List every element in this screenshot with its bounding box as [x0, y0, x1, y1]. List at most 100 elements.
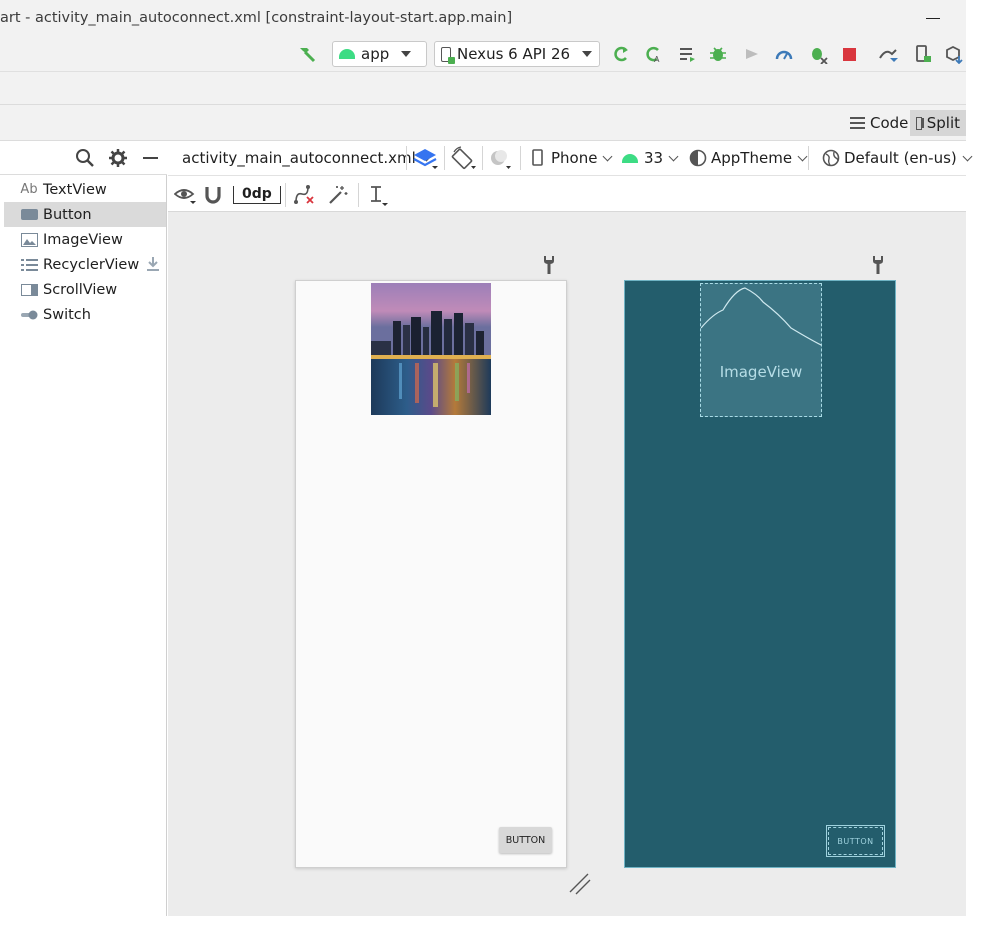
profile-icon[interactable]: [741, 43, 763, 65]
apply-code-changes-icon[interactable]: [676, 43, 698, 65]
view-options-button[interactable]: [174, 183, 198, 207]
globe-icon: [822, 149, 840, 167]
theme-label: AppTheme: [711, 149, 793, 167]
code-view-label: Code: [870, 114, 909, 132]
blueprint-imageview[interactable]: [700, 283, 822, 417]
editor-view-mode-bar: [0, 105, 966, 141]
palette-item-scrollview[interactable]: ScrollView: [4, 277, 166, 302]
night-mode-icon: [491, 150, 511, 169]
eye-icon: [174, 189, 196, 204]
night-mode-select[interactable]: [488, 146, 514, 170]
sync-project-icon[interactable]: [878, 43, 900, 65]
wrench-icon[interactable]: [542, 255, 556, 275]
build-hammer-icon[interactable]: [296, 43, 318, 65]
default-margin-select[interactable]: 0dp: [233, 183, 281, 207]
layout-file-select[interactable]: activity_main_autoconnect.xml: [182, 146, 432, 170]
clear-constraints-icon: [294, 185, 314, 204]
locale-label: Default (en-us): [844, 149, 957, 167]
palette-item-textview[interactable]: Ab TextView: [4, 177, 166, 202]
attach-debugger-icon[interactable]: [807, 43, 829, 65]
magic-wand-icon: [329, 186, 348, 204]
device-preview-select[interactable]: Phone: [531, 146, 613, 170]
layout-file-label: activity_main_autoconnect.xml: [182, 149, 416, 167]
device-preview-label: Phone: [551, 149, 598, 167]
window-title: art - activity_main_autoconnect.xml [con…: [0, 10, 513, 26]
split-view-label: Split: [926, 114, 960, 132]
palette-item-switch[interactable]: Switch: [4, 302, 166, 327]
run-icon[interactable]: [610, 43, 632, 65]
code-view-button[interactable]: Code: [846, 110, 912, 136]
clear-constraints-button[interactable]: [293, 183, 317, 207]
palette-item-label: ImageView: [43, 231, 123, 248]
chevron-down-icon: [582, 51, 593, 57]
chevron-down-icon: [401, 51, 412, 57]
resize-handle-icon[interactable]: [566, 870, 592, 896]
navigation-bar: [0, 72, 966, 105]
apply-changes-icon[interactable]: A: [642, 43, 664, 65]
autoconnect-toggle[interactable]: [204, 183, 224, 207]
palette-item-recyclerview[interactable]: RecyclerView: [4, 252, 166, 277]
layers-icon: [413, 149, 438, 169]
blueprint-button[interactable]: BUTTON: [826, 825, 885, 857]
download-icon[interactable]: [146, 256, 160, 276]
minimize-panel-icon[interactable]: [139, 147, 161, 169]
preview-button[interactable]: BUTTON: [499, 827, 552, 853]
gear-icon[interactable]: [107, 147, 129, 169]
svg-text:A: A: [654, 55, 660, 64]
chevron-down-icon: [603, 151, 613, 161]
theme-select[interactable]: AppTheme: [689, 146, 808, 170]
toolbar-separator: [285, 183, 286, 207]
device-label: Nexus 6 API 26: [457, 45, 571, 63]
chevron-down-icon: [668, 151, 679, 161]
split-view-icon: [916, 116, 924, 130]
guidelines-button[interactable]: [368, 183, 392, 207]
palette-item-label: Switch: [43, 306, 91, 323]
blueprint-button-label: BUTTON: [828, 827, 883, 855]
palette-item-imageview[interactable]: ImageView: [4, 227, 166, 252]
recyclerview-icon: [19, 257, 39, 273]
run-config-label: app: [361, 45, 390, 63]
search-icon[interactable]: [74, 147, 96, 169]
minimize-window-button[interactable]: [926, 8, 942, 28]
switch-icon: [19, 307, 39, 323]
blueprint-imageview-label: ImageView: [719, 363, 803, 381]
phone-device-icon: [441, 46, 455, 64]
stop-icon[interactable]: [838, 43, 860, 65]
imageview-icon: [19, 232, 39, 248]
magnet-icon: [205, 187, 221, 204]
palette-item-label: Button: [43, 206, 92, 223]
sdk-manager-icon[interactable]: [943, 43, 965, 65]
device-manager-icon[interactable]: [912, 43, 934, 65]
api-level-select[interactable]: 33: [622, 146, 679, 170]
android-icon: [622, 153, 638, 163]
constraint-toolbar: [168, 176, 966, 212]
theme-icon: [689, 149, 707, 167]
split-view-button[interactable]: Split: [910, 110, 966, 136]
toolbar-separator: [808, 146, 809, 170]
chevron-down-icon: [962, 151, 973, 161]
toolbar-separator: [520, 146, 521, 170]
toolbar-separator: [444, 146, 445, 170]
city-skyline-image[interactable]: [371, 283, 491, 415]
android-icon: [339, 49, 355, 59]
wrench-icon[interactable]: [871, 255, 885, 275]
default-margin-value: 0dp: [233, 186, 281, 204]
textview-icon: Ab: [20, 182, 38, 197]
guidelines-icon: [371, 186, 388, 206]
palette-item-label: ScrollView: [43, 281, 118, 298]
debug-icon[interactable]: [707, 43, 729, 65]
infer-constraints-button[interactable]: [327, 183, 349, 207]
toolbar-separator: [358, 183, 359, 207]
device-select[interactable]: Nexus 6 API 26: [434, 41, 600, 67]
run-config-select[interactable]: app: [332, 41, 427, 67]
button-icon: [19, 207, 39, 223]
profiler-gauge-icon[interactable]: [773, 43, 795, 65]
orientation-select[interactable]: [451, 146, 477, 170]
design-surface-select[interactable]: [413, 146, 439, 170]
api-level-label: 33: [644, 149, 664, 167]
scrollview-icon: [19, 282, 39, 298]
locale-select[interactable]: Default (en-us): [822, 146, 973, 170]
palette-item-button[interactable]: Button: [4, 202, 166, 227]
chevron-down-icon: [797, 151, 808, 161]
toolbar-separator: [482, 146, 483, 170]
